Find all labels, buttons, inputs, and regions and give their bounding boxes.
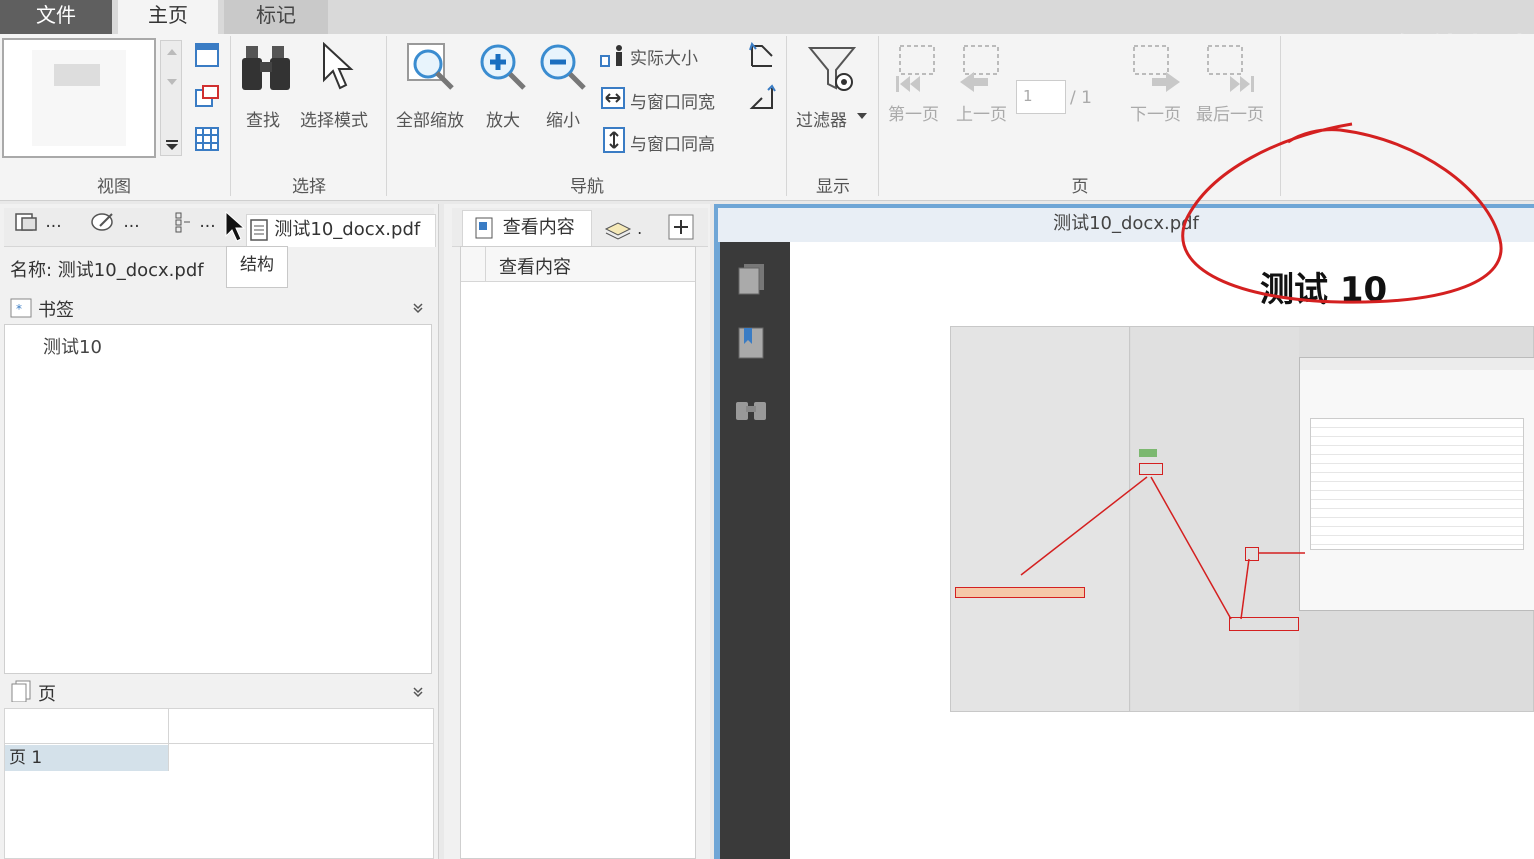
first-page-icon[interactable]	[894, 44, 942, 92]
view-content-icon	[475, 217, 493, 239]
page-total: / 1	[1070, 88, 1092, 108]
pages-title: 页	[38, 684, 56, 705]
zoom-in-button[interactable]: 放大	[486, 106, 520, 131]
tab-label: 测试10_docx.pdf	[274, 219, 421, 240]
tab-comments[interactable]: ...	[90, 210, 140, 246]
next-page-icon[interactable]	[1132, 44, 1182, 94]
table-row[interactable]: 页 1	[5, 745, 168, 771]
tab-label: ...	[45, 212, 62, 232]
scroll-up-icon[interactable]	[166, 47, 178, 57]
single-page-icon[interactable]	[194, 42, 220, 68]
viewer-sidebar	[720, 242, 790, 859]
group-label-nav: 导航	[570, 177, 604, 197]
prev-page-icon[interactable]	[958, 44, 1006, 92]
tab-layers[interactable]: .	[598, 214, 654, 244]
pages-table: 页 1	[4, 708, 434, 859]
annotation-circle	[1181, 122, 1503, 304]
cursor-arrow-icon[interactable]	[320, 42, 356, 92]
column-divider	[485, 247, 486, 281]
comment-edit-icon	[91, 213, 113, 231]
group-label-view: 视图	[97, 177, 131, 197]
find-button[interactable]: 查找	[246, 106, 280, 131]
column-divider	[168, 709, 169, 771]
tab-label: .	[637, 219, 643, 238]
pages-icon	[11, 680, 31, 702]
fit-width-icon[interactable]	[600, 86, 628, 110]
pages-table-header	[5, 709, 433, 744]
dropdown-arrow-icon[interactable]	[856, 112, 868, 120]
group-divider	[386, 36, 387, 196]
zoom-out-button[interactable]: 缩小	[546, 106, 580, 131]
select-mode-button[interactable]: 选择模式	[300, 106, 368, 131]
tab-structure[interactable]: ...	[174, 210, 216, 246]
pages-panel-icon[interactable]	[736, 262, 768, 296]
first-page-button[interactable]: 第一页	[888, 100, 939, 125]
zoom-out-icon[interactable]	[538, 42, 588, 92]
structure-tree-icon	[175, 212, 190, 233]
document-icon	[250, 219, 268, 241]
rotate-right-icon[interactable]	[748, 84, 776, 112]
actual-size-button[interactable]: 实际大小	[630, 44, 698, 69]
actual-size-icon[interactable]	[600, 44, 628, 68]
tab-mark[interactable]: 标记	[224, 0, 328, 34]
model-tree-icon	[15, 213, 37, 231]
tab-home[interactable]: 主页	[118, 0, 218, 34]
group-label-display: 显示	[816, 177, 850, 197]
scroll-down-icon[interactable]	[166, 77, 178, 87]
mouse-pointer-icon	[225, 210, 246, 242]
tab-label: ...	[123, 212, 140, 232]
pages-header[interactable]: 页	[4, 674, 434, 708]
document-name: 名称: 测试10_docx.pdf	[10, 260, 204, 281]
group-label-select: 选择	[292, 177, 326, 197]
thumbnail-scrollbar[interactable]	[160, 40, 182, 156]
content-list: 查看内容	[460, 246, 696, 859]
collapse-chevron-icon[interactable]	[412, 686, 424, 698]
page-number-input[interactable]: 1	[1016, 80, 1066, 114]
filter-button[interactable]: 过滤器	[796, 106, 847, 131]
thumbnail-content	[54, 64, 100, 86]
last-page-icon[interactable]	[1206, 44, 1256, 94]
add-tab-icon[interactable]	[668, 214, 694, 240]
tab-label: ...	[199, 212, 216, 232]
bookmarks-title: 书签	[38, 300, 74, 321]
tab-view-content[interactable]: 查看内容	[462, 210, 592, 247]
column-header: 查看内容	[499, 257, 571, 278]
bookmarks-panel-icon[interactable]	[736, 326, 768, 362]
tab-model-tree[interactable]: ...	[14, 210, 62, 246]
content-list-header	[461, 247, 695, 282]
tab-label: 查看内容	[502, 217, 575, 238]
annotation-arrows	[1020, 476, 1305, 620]
group-divider	[786, 36, 787, 196]
filter-funnel-icon[interactable]	[808, 44, 858, 94]
thumbnail-page	[32, 50, 126, 146]
fit-height-icon[interactable]	[602, 126, 628, 154]
bookmarks-header[interactable]: * 书签	[4, 292, 434, 324]
collapse-chevron-icon[interactable]	[412, 302, 424, 314]
search-binoculars-icon[interactable]	[734, 394, 768, 424]
tab-file[interactable]: 文件	[0, 0, 112, 34]
fit-all-button[interactable]: 全部缩放	[396, 106, 464, 131]
zoom-fit-icon[interactable]	[406, 42, 456, 92]
grid-view-icon[interactable]	[194, 126, 220, 152]
multi-page-icon[interactable]	[194, 84, 220, 110]
group-divider	[230, 36, 231, 196]
svg-text:*: *	[16, 302, 22, 316]
bookmark-icon: *	[10, 298, 32, 318]
page-thumbnail[interactable]	[2, 38, 156, 158]
fit-height-button[interactable]: 与窗口同高	[630, 130, 715, 155]
bookmark-item[interactable]: 测试10	[43, 333, 102, 359]
binoculars-icon[interactable]	[240, 42, 292, 94]
bookmarks-list: 测试10	[4, 324, 432, 674]
layers-icon	[604, 221, 632, 240]
expand-gallery-icon[interactable]	[165, 139, 179, 151]
tooltip: 结构	[226, 246, 288, 288]
prev-page-button[interactable]: 上一页	[956, 100, 1007, 125]
rotate-left-icon[interactable]	[748, 42, 776, 70]
fit-width-button[interactable]: 与窗口同宽	[630, 88, 715, 113]
embedded-screenshot-image	[950, 326, 1534, 712]
tab-document[interactable]: 测试10_docx.pdf	[246, 214, 436, 247]
ribbon-tab-bar: 文件 主页 标记	[0, 0, 1534, 34]
group-divider	[878, 36, 879, 196]
zoom-in-icon[interactable]	[478, 42, 528, 92]
